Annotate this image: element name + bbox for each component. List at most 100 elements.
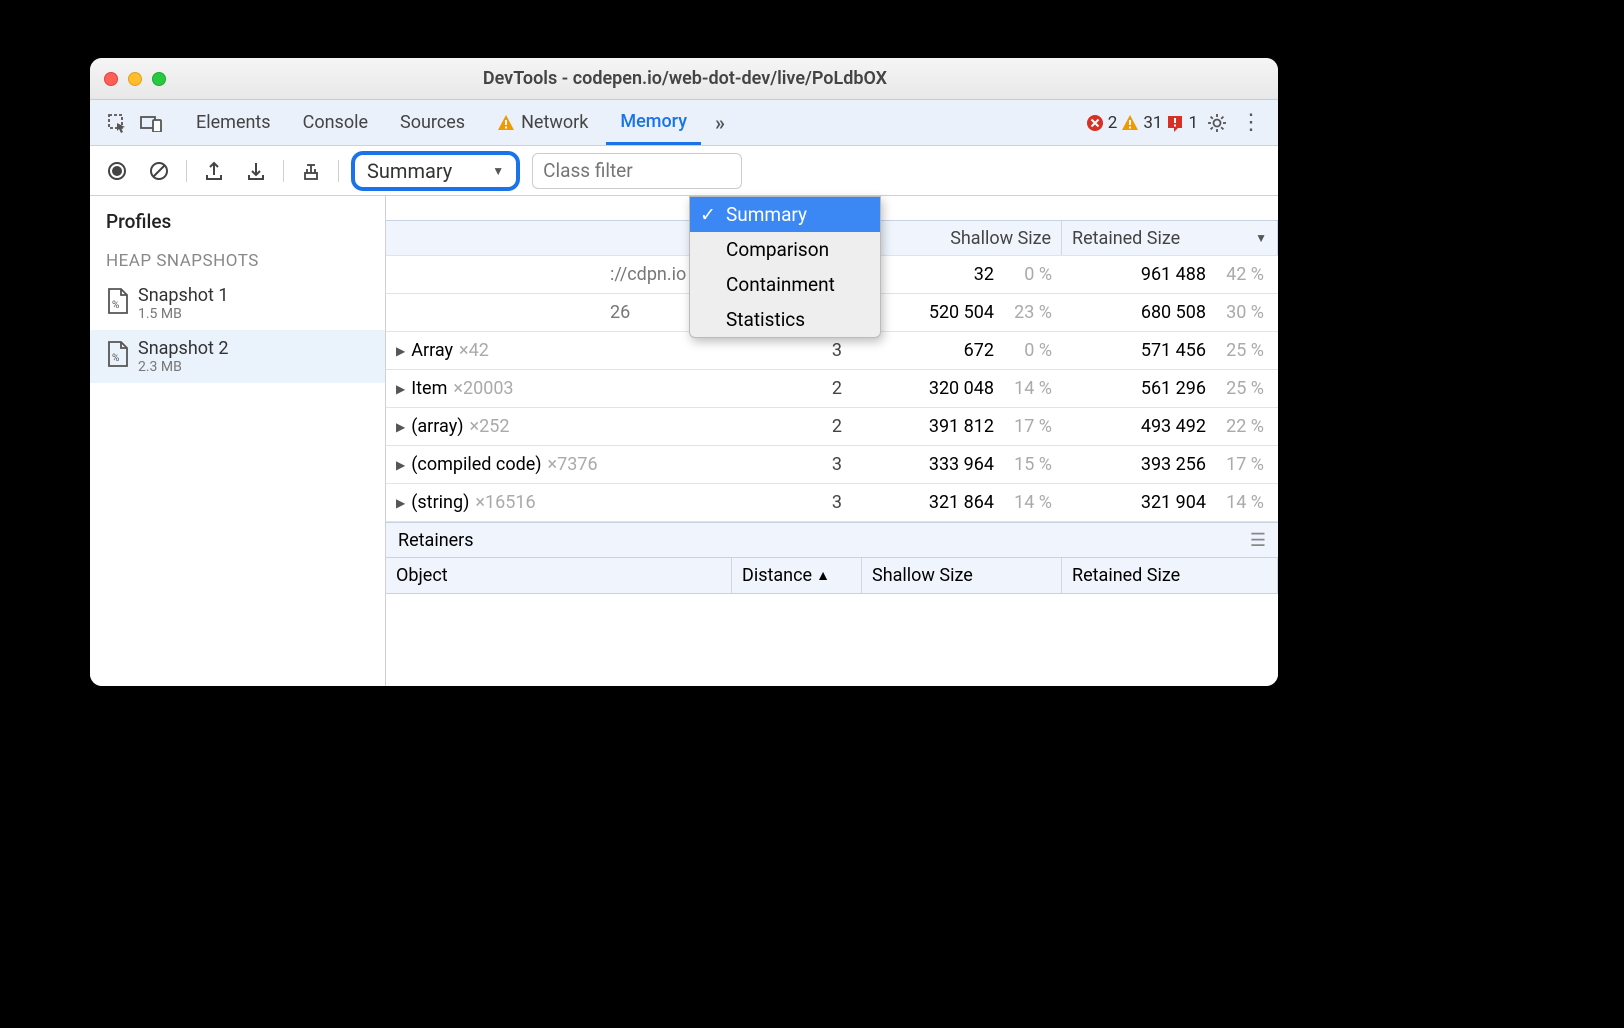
heap-snapshots-label: HEAP SNAPSHOTS — [90, 243, 385, 277]
expand-triangle-icon: ▶ — [396, 344, 405, 358]
constructor-row[interactable]: ▶(compiled code)×73763333 96415 %393 256… — [386, 446, 1278, 484]
retained-size-pct: 22 % — [1220, 416, 1264, 437]
distance-value: 3 — [832, 492, 842, 513]
perspective-dropdown-menu: Summary Comparison Containment Statistic… — [689, 196, 881, 338]
load-profile-icon[interactable] — [199, 156, 229, 186]
constructor-name: (string) — [411, 492, 469, 513]
constructor-row[interactable]: ▶(array)×2522391 81217 %493 49222 % — [386, 408, 1278, 446]
hamburger-icon[interactable]: ☰ — [1250, 530, 1266, 551]
separator — [338, 160, 339, 182]
snapshot-size: 1.5 MB — [138, 306, 228, 322]
snapshot-file-icon: % — [106, 341, 128, 367]
retained-size-pct: 42 % — [1220, 264, 1264, 285]
svg-text:%: % — [112, 353, 119, 364]
distance-value: 3 — [832, 454, 842, 475]
tab-console[interactable]: Console — [289, 100, 382, 145]
constructor-row[interactable]: ▶Item×200032320 04814 %561 29625 % — [386, 370, 1278, 408]
retained-size-pct: 30 % — [1220, 302, 1264, 323]
separator — [186, 160, 187, 182]
retained-size-value: 321 904 — [1141, 492, 1206, 513]
dropdown-item-statistics[interactable]: Statistics — [690, 302, 880, 337]
object-count: ×7376 — [548, 454, 598, 475]
device-toolbar-icon[interactable] — [136, 108, 166, 138]
dropdown-item-label: Statistics — [726, 308, 805, 331]
column-label: Object — [396, 565, 448, 586]
shallow-size-pct: 0 % — [1008, 340, 1052, 361]
retained-column-head[interactable]: Retained Size ▼ — [1062, 221, 1278, 255]
snapshot-item-2[interactable]: % Snapshot 2 2.3 MB — [90, 330, 385, 383]
perspective-dropdown-button[interactable]: Summary ▼ — [351, 151, 520, 191]
shallow-column-head[interactable]: Shallow Size — [862, 221, 1062, 255]
kebab-menu-icon[interactable]: ⋮ — [1236, 108, 1266, 138]
tab-memory[interactable]: Memory — [606, 100, 701, 145]
record-icon[interactable] — [102, 156, 132, 186]
tab-network[interactable]: Network — [483, 100, 602, 145]
retainers-retained-head[interactable]: Retained Size — [1062, 558, 1278, 593]
object-count: ×252 — [469, 416, 509, 437]
shallow-size-value: 672 — [964, 340, 994, 361]
constructor-name: Array — [411, 340, 453, 361]
column-label: Retained Size — [1072, 228, 1180, 249]
collect-garbage-icon[interactable] — [296, 156, 326, 186]
maximize-window-button[interactable] — [152, 72, 166, 86]
tab-elements[interactable]: Elements — [182, 100, 285, 145]
dropdown-label: Summary — [367, 159, 452, 183]
constructor-column-head[interactable] — [386, 221, 732, 255]
retainers-label: Retainers — [398, 530, 474, 551]
constructor-name: Item — [411, 378, 447, 399]
clear-icon[interactable] — [144, 156, 174, 186]
constructor-suffix: ://cdpn.io — [610, 264, 686, 285]
shallow-size-value: 391 812 — [929, 416, 994, 437]
close-window-button[interactable] — [104, 72, 118, 86]
shallow-size-pct: 23 % — [1008, 302, 1052, 323]
distance-value: 2 — [832, 416, 842, 437]
dropdown-item-label: Containment — [726, 273, 835, 296]
object-count: ×20003 — [453, 378, 513, 399]
retainers-distance-head[interactable]: Distance ▲ — [732, 558, 862, 593]
settings-gear-icon[interactable] — [1202, 108, 1232, 138]
svg-text:%: % — [112, 300, 119, 311]
minimize-window-button[interactable] — [128, 72, 142, 86]
expand-triangle-icon: ▶ — [396, 420, 405, 434]
devtools-window: DevTools - codepen.io/web-dot-dev/live/P… — [90, 58, 1278, 686]
column-label: Shallow Size — [950, 228, 1051, 249]
tab-label: Memory — [620, 111, 687, 132]
tab-label: Elements — [196, 112, 271, 133]
snapshot-item-1[interactable]: % Snapshot 1 1.5 MB — [90, 277, 385, 330]
column-label: Shallow Size — [872, 565, 973, 586]
tab-sources[interactable]: Sources — [386, 100, 479, 145]
retained-size-value: 493 492 — [1141, 416, 1206, 437]
retained-size-pct: 14 % — [1220, 492, 1264, 513]
issues-count[interactable]: 1 — [1166, 113, 1198, 133]
inspect-element-icon[interactable] — [102, 108, 132, 138]
tab-label: Network — [521, 112, 588, 133]
profiles-heading: Profiles — [90, 196, 385, 243]
dropdown-item-comparison[interactable]: Comparison — [690, 232, 880, 267]
column-label: Retained Size — [1072, 565, 1180, 586]
retained-size-pct: 17 % — [1220, 454, 1264, 475]
dropdown-item-containment[interactable]: Containment — [690, 267, 880, 302]
shallow-size-value: 32 — [974, 264, 994, 285]
tab-label: Console — [303, 112, 368, 133]
shallow-size-value: 321 864 — [929, 492, 994, 513]
retained-size-value: 680 508 — [1141, 302, 1206, 323]
object-count: ×42 — [459, 340, 489, 361]
object-column-head[interactable]: Object — [386, 558, 732, 593]
class-filter-input[interactable] — [532, 153, 742, 189]
warning-triangle-icon — [497, 114, 515, 132]
shallow-size-pct: 0 % — [1008, 264, 1052, 285]
shallow-size-value: 320 048 — [929, 378, 994, 399]
titlebar: DevTools - codepen.io/web-dot-dev/live/P… — [90, 58, 1278, 100]
retainers-shallow-head[interactable]: Shallow Size — [862, 558, 1062, 593]
constructor-row[interactable]: ▶(string)×165163321 86414 %321 90414 % — [386, 484, 1278, 522]
retainers-empty-area — [386, 594, 1278, 686]
warning-count[interactable]: 31 — [1121, 113, 1162, 133]
dropdown-item-summary[interactable]: Summary — [690, 197, 880, 232]
distance-value: 2 — [832, 378, 842, 399]
sort-asc-icon: ▲ — [816, 567, 830, 584]
tab-label: Sources — [400, 112, 465, 133]
error-count[interactable]: 2 — [1086, 113, 1118, 133]
more-tabs-icon[interactable]: » — [705, 108, 735, 138]
save-profile-icon[interactable] — [241, 156, 271, 186]
panel-tabs: Elements Console Sources Network Memory … — [90, 100, 1278, 146]
